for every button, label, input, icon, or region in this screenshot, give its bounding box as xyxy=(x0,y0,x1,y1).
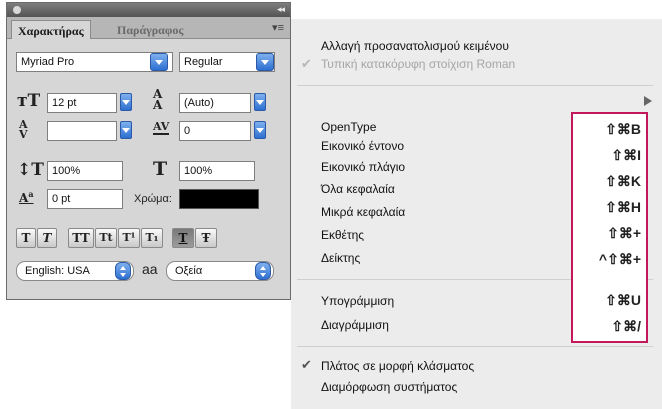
menu-item-underline[interactable]: Υπογράμμιση xyxy=(321,294,394,308)
strikethrough-button[interactable]: Ŧ xyxy=(195,228,217,248)
language-stepper[interactable] xyxy=(115,262,131,280)
baseline-shift-icon: Aa xyxy=(19,189,34,205)
menu-item-faux-bold[interactable]: Εικονικό έντονο xyxy=(321,139,404,153)
submenu-arrow-icon[interactable] xyxy=(644,96,652,106)
leading-dropdown[interactable] xyxy=(254,93,266,111)
color-label: Χρώμα: xyxy=(134,193,172,205)
antialias-icon: aa xyxy=(142,261,158,277)
underline-button[interactable]: T xyxy=(172,228,194,248)
vertical-scale-icon: ↕T xyxy=(17,160,44,180)
collapse-icon[interactable]: ◂◂ xyxy=(277,4,285,15)
color-swatch[interactable] xyxy=(179,189,259,209)
font-size-dropdown[interactable] xyxy=(120,93,132,111)
faux-bold-button[interactable]: T xyxy=(16,228,36,248)
shortcut-opentype: ⇧⌘B xyxy=(605,121,641,137)
horizontal-scale-field[interactable]: 100% xyxy=(179,161,255,181)
font-style-dropdown[interactable] xyxy=(256,53,274,71)
leading-icon: AA xyxy=(153,87,163,112)
menu-item-subscript[interactable]: Δείκτης xyxy=(321,251,360,265)
baseline-shift-field[interactable]: 0 pt xyxy=(47,189,123,209)
check-icon: ✔ xyxy=(301,56,312,71)
kerning-icon: AV xyxy=(19,118,28,141)
shortcut-faux-italic: ⇧⌘K xyxy=(605,173,641,189)
tracking-dropdown[interactable] xyxy=(254,121,266,139)
menu-separator xyxy=(297,85,653,86)
panel-tabs: Χαρακτήρας Παράγραφος ▾≡ xyxy=(7,17,290,39)
menu-item-strikethrough[interactable]: Διαγράμμιση xyxy=(321,318,389,332)
menu-item-opentype[interactable]: OpenType xyxy=(321,120,376,134)
leading-field[interactable]: (Auto) xyxy=(179,93,251,113)
subscript-button[interactable]: T₁ xyxy=(141,228,163,248)
menu-separator xyxy=(297,346,653,347)
antialias-stepper[interactable] xyxy=(255,262,271,280)
tab-character[interactable]: Χαρακτήρας xyxy=(11,20,91,39)
menu-item-all-caps[interactable]: Όλα κεφαλαία xyxy=(321,182,395,196)
shortcut-all-caps: ⇧⌘H xyxy=(605,199,641,215)
shortcut-small-caps: ⇧⌘+ xyxy=(607,225,641,241)
all-caps-button[interactable]: TT xyxy=(68,228,94,248)
menu-item-fractional-widths[interactable]: Πλάτος σε μορφή κλάσματος xyxy=(321,359,474,373)
tab-paragraph[interactable]: Παράγραφος xyxy=(111,20,189,39)
font-family-dropdown[interactable] xyxy=(150,53,168,71)
panel-menu-icon[interactable]: ▾≡ xyxy=(272,21,284,34)
kerning-field[interactable] xyxy=(47,121,117,141)
menu-item-faux-italic[interactable]: Εικονικό πλάγιο xyxy=(321,160,405,174)
shortcut-subscript: ⇧⌘U xyxy=(605,292,641,308)
faux-italic-button[interactable]: T xyxy=(37,228,57,248)
tracking-field[interactable]: 0 xyxy=(179,121,251,141)
font-size-icon: ᴛT xyxy=(17,91,41,111)
kerning-dropdown[interactable] xyxy=(120,121,132,139)
panel-titlebar[interactable]: ◂◂ xyxy=(7,3,290,17)
check-icon: ✔ xyxy=(301,357,312,372)
character-panel: ◂◂ Χαρακτήρας Παράγραφος ▾≡ Myriad Pro R… xyxy=(6,2,291,300)
vertical-scale-field[interactable]: 100% xyxy=(47,161,123,181)
shortcut-faux-bold: ⇧⌘I xyxy=(611,147,641,163)
menu-item-change-text-orientation[interactable]: Αλλαγή προσανατολισμού κειμένου xyxy=(321,39,509,53)
menu-item-small-caps[interactable]: Μικρά κεφαλαία xyxy=(321,205,405,219)
small-caps-button[interactable]: Tt xyxy=(95,228,117,248)
menu-item-superscript[interactable]: Εκθέτης xyxy=(321,228,364,242)
shortcut-underline: ⇧⌘/ xyxy=(611,318,641,334)
menu-item-system-layout[interactable]: Διαμόρφωση συστήματος xyxy=(321,380,457,394)
superscript-button[interactable]: T¹ xyxy=(118,228,140,248)
font-size-field[interactable]: 12 pt xyxy=(47,93,117,113)
shortcut-superscript: ^⇧⌘+ xyxy=(598,251,641,267)
menu-item-standard-vertical-roman: Τυπική κατακόρυφη στοίχιση Roman xyxy=(321,57,516,71)
tracking-icon: AV xyxy=(153,120,170,135)
close-icon[interactable] xyxy=(13,6,21,14)
horizontal-scale-icon: T xyxy=(153,158,168,180)
